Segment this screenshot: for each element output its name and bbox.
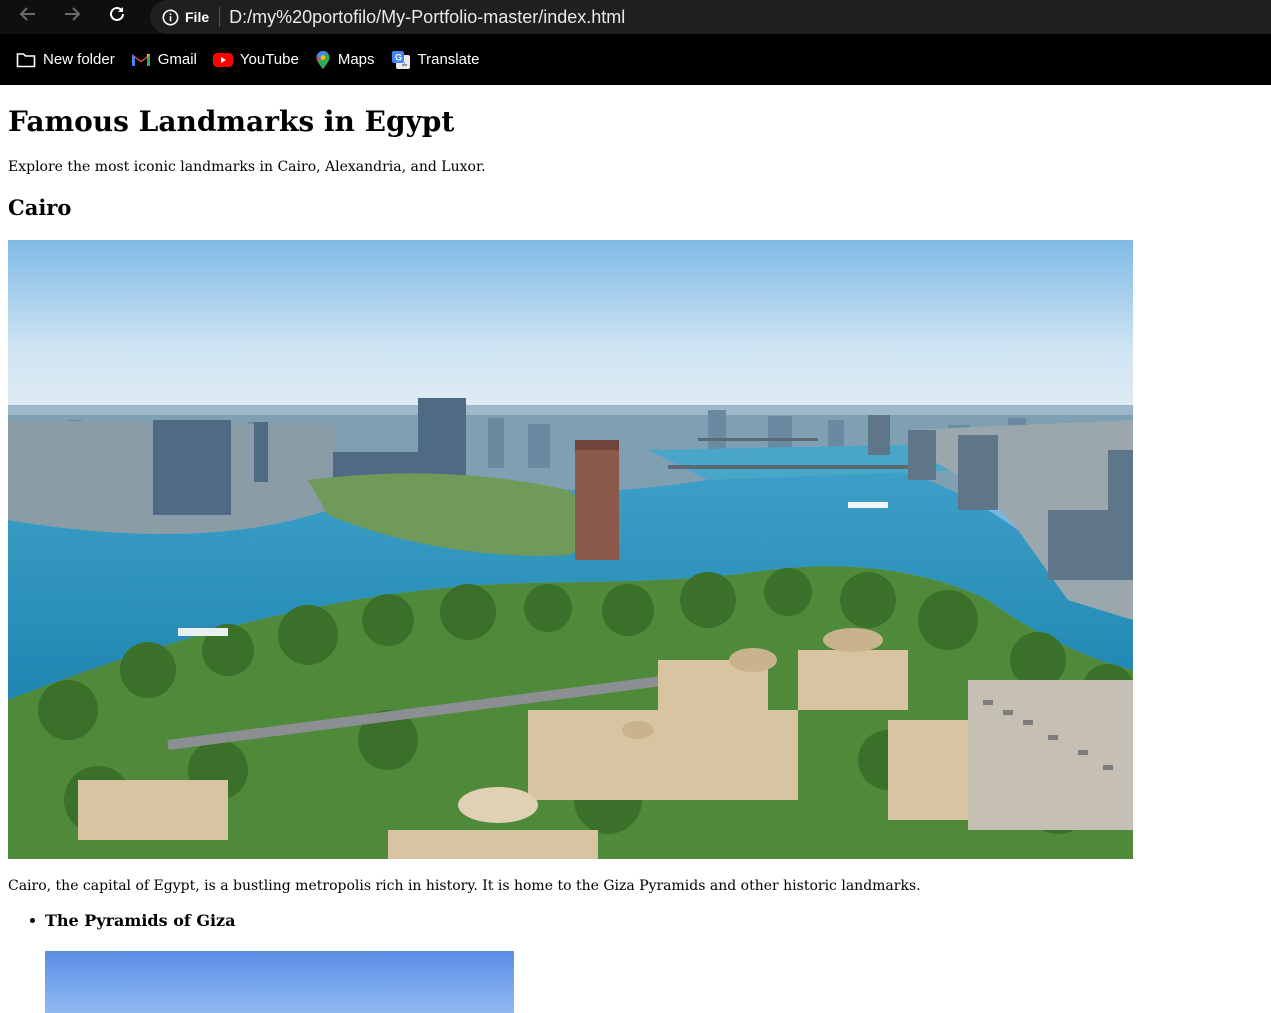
cairo-description: Cairo, the capital of Egypt, is a bustli… [8, 878, 921, 894]
cairo-landmark-list: The Pyramids of Giza [8, 911, 236, 930]
site-info-chip[interactable]: File [162, 9, 209, 26]
translate-icon: G [391, 50, 410, 69]
bookmark-label: Maps [337, 51, 375, 68]
bookmark-maps[interactable]: Maps [307, 44, 383, 76]
arrow-right-icon [65, 7, 81, 21]
bookmark-new-folder[interactable]: New folder [8, 44, 123, 76]
youtube-icon [212, 52, 233, 67]
list-item: The Pyramids of Giza [8, 911, 236, 930]
bookmark-label: YouTube [239, 51, 299, 68]
bookmark-youtube[interactable]: YouTube [205, 44, 307, 76]
site-info-label: File [185, 9, 210, 25]
bookmark-translate[interactable]: G Translate [383, 44, 488, 76]
reload-icon [110, 6, 124, 21]
forward-button[interactable] [54, 0, 90, 28]
reload-button[interactable] [99, 0, 135, 28]
folder-icon [16, 52, 36, 67]
gmail-icon [131, 54, 150, 66]
maps-icon [316, 50, 330, 69]
cairo-skyline-illustration [8, 240, 1133, 859]
bookmarks-bar: New folder Gmail YouTube Maps G Translat… [0, 34, 1271, 85]
svg-text:G: G [395, 52, 402, 62]
bookmark-label: New folder [43, 51, 115, 68]
section-heading-cairo: Cairo [8, 195, 72, 220]
address-bar[interactable]: File D:/my%20portofilo/My-Portfolio-mast… [150, 0, 1271, 34]
intro-text: Explore the most iconic landmarks in Cai… [8, 159, 486, 175]
page-title: Famous Landmarks in Egypt [8, 105, 455, 138]
browser-toolbar: File D:/my%20portofilo/My-Portfolio-mast… [0, 0, 1271, 34]
omnibox-divider [219, 7, 221, 27]
bookmark-label: Translate [417, 51, 480, 68]
info-icon [162, 9, 179, 25]
pyramids-image [45, 951, 514, 1013]
cairo-aerial-image [8, 240, 1133, 859]
arrow-left-icon [19, 7, 35, 21]
back-button[interactable] [10, 0, 46, 28]
landmark-name: The Pyramids of Giza [45, 911, 236, 930]
bookmark-gmail[interactable]: Gmail [123, 44, 205, 76]
bookmark-label: Gmail [157, 51, 197, 68]
bullet-icon [30, 918, 35, 923]
url-text[interactable]: D:/my%20portofilo/My-Portfolio-master/in… [229, 7, 625, 28]
